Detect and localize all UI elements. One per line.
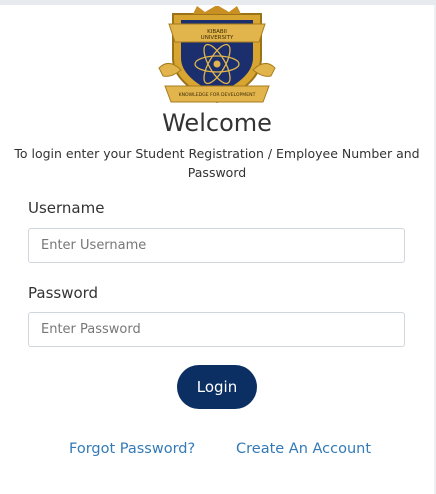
create-account-link[interactable]: Create An Account xyxy=(236,441,371,457)
crest-text: UNIVERSITY xyxy=(201,35,234,41)
crest-motto: KNOWLEDGE FOR DEVELOPMENT xyxy=(179,92,256,98)
university-logo: KIBABII UNIVERSITY KNOWLEDGE FOR DEVELOP… xyxy=(155,6,279,108)
password-input[interactable] xyxy=(28,312,405,347)
university-crest-icon: KIBABII UNIVERSITY KNOWLEDGE FOR DEVELOP… xyxy=(158,6,276,104)
username-input[interactable] xyxy=(28,228,405,263)
top-bar xyxy=(0,0,436,5)
forgot-password-link[interactable]: Forgot Password? xyxy=(69,441,195,457)
username-label: Username xyxy=(28,199,105,217)
page-subtitle: To login enter your Student Registration… xyxy=(14,146,420,180)
password-label: Password xyxy=(28,284,99,302)
page-title: Welcome xyxy=(162,109,272,137)
login-button[interactable]: Login xyxy=(177,365,257,409)
